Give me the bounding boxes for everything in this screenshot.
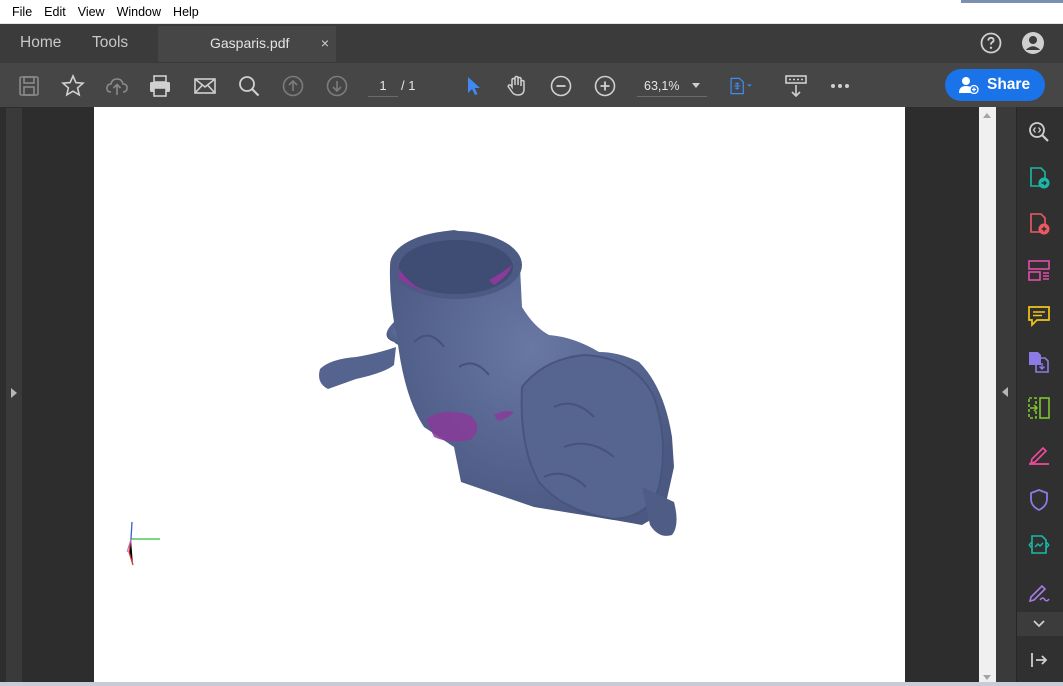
tab-home[interactable]: Home xyxy=(20,24,61,62)
zoom-out-icon[interactable] xyxy=(548,73,574,99)
collapse-left-icon xyxy=(1002,387,1008,397)
star-icon[interactable] xyxy=(60,73,86,99)
create-pdf-icon[interactable] xyxy=(1026,211,1052,237)
vertical-scrollbar[interactable] xyxy=(979,107,996,686)
cloud-upload-icon[interactable] xyxy=(104,73,130,99)
pdf-page[interactable] xyxy=(94,107,905,686)
page-number-input[interactable]: 1 xyxy=(368,75,398,97)
menu-file[interactable]: File xyxy=(6,5,38,19)
compress-icon[interactable] xyxy=(1026,395,1052,421)
zoom-in-icon[interactable] xyxy=(592,73,618,99)
organize-pages-icon[interactable] xyxy=(1026,257,1052,283)
document-tab-title: Gasparis.pdf xyxy=(210,35,290,51)
add-person-icon xyxy=(959,77,979,94)
combine-files-icon[interactable] xyxy=(1026,349,1052,375)
menu-help[interactable]: Help xyxy=(167,5,205,19)
3d-heart-model[interactable] xyxy=(94,107,905,686)
request-signature-icon[interactable] xyxy=(1026,579,1052,605)
print-icon[interactable] xyxy=(147,73,173,99)
tab-document[interactable]: Gasparis.pdf × xyxy=(158,26,336,62)
menu-edit[interactable]: Edit xyxy=(38,5,72,19)
scroll-up-icon[interactable] xyxy=(983,113,991,118)
select-cursor-icon[interactable] xyxy=(460,73,486,99)
menu-bar: File Edit View Window Help xyxy=(0,0,1063,24)
chevron-down-icon xyxy=(1033,620,1045,628)
tab-tools[interactable]: Tools xyxy=(92,24,128,62)
scan-ocr-icon[interactable] xyxy=(1026,533,1052,559)
axis-gizmo xyxy=(126,521,160,566)
email-icon[interactable] xyxy=(192,73,218,99)
chevron-down-icon[interactable] xyxy=(692,83,700,88)
more-options-icon[interactable] xyxy=(827,73,853,99)
window-bottom-edge xyxy=(0,682,1063,686)
next-page-icon[interactable] xyxy=(324,73,350,99)
expand-right-icon xyxy=(11,388,17,398)
scroll-down-icon[interactable] xyxy=(983,675,991,680)
tab-bar: Home Tools Gasparis.pdf × xyxy=(0,24,1063,62)
menu-view[interactable]: View xyxy=(72,5,111,19)
page-fit-icon[interactable] xyxy=(728,73,754,99)
close-tab-button[interactable]: × xyxy=(321,26,329,60)
more-tools-button[interactable] xyxy=(1017,612,1063,636)
previous-page-icon[interactable] xyxy=(280,73,306,99)
zoom-tool-icon[interactable] xyxy=(1026,119,1052,145)
left-panel-toggle[interactable] xyxy=(6,108,22,682)
right-panel-toggle[interactable] xyxy=(996,107,1016,686)
read-mode-icon[interactable] xyxy=(783,73,809,99)
help-icon[interactable] xyxy=(979,31,1003,55)
save-icon[interactable] xyxy=(16,73,42,99)
menu-window[interactable]: Window xyxy=(111,5,167,19)
fill-sign-icon[interactable] xyxy=(1026,441,1052,467)
comment-icon[interactable] xyxy=(1026,303,1052,329)
account-icon[interactable] xyxy=(1021,31,1045,55)
collapse-pane-icon[interactable] xyxy=(1026,647,1052,673)
main-toolbar: 1 / 1 63,1% Share xyxy=(0,62,1063,107)
tools-pane xyxy=(1016,107,1063,686)
search-icon[interactable] xyxy=(236,73,262,99)
protect-icon[interactable] xyxy=(1026,487,1052,513)
share-label: Share xyxy=(987,76,1031,93)
share-button[interactable]: Share xyxy=(945,69,1045,101)
window-corner-strip xyxy=(961,0,1063,3)
hand-tool-icon[interactable] xyxy=(504,73,530,99)
page-total: / 1 xyxy=(401,78,416,93)
export-pdf-icon[interactable] xyxy=(1026,165,1052,191)
